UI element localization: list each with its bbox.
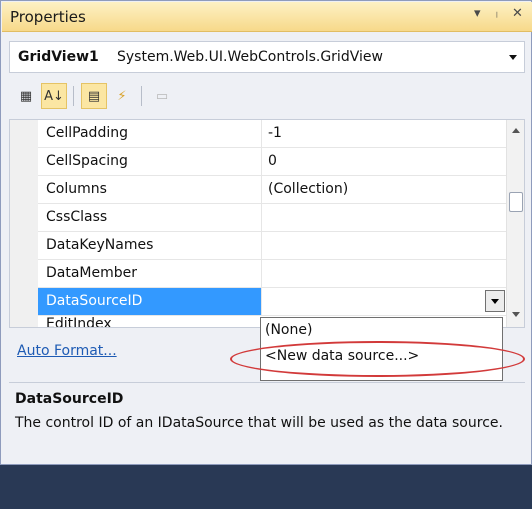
properties-icon[interactable]: ▤ [81, 83, 107, 109]
property-name: CellPadding [38, 120, 262, 147]
window-menu-icon[interactable]: ▾ [474, 6, 481, 21]
property-value[interactable] [262, 288, 507, 315]
property-value[interactable]: (Collection) [262, 176, 507, 203]
toolbar-separator [73, 86, 74, 106]
pin-icon[interactable]: ᛧ [493, 6, 501, 21]
description-text: The control ID of an IDataSource that wi… [15, 415, 503, 431]
property-value[interactable]: 0 [262, 148, 507, 175]
property-row[interactable]: CssClass [38, 204, 507, 232]
dropdown-button[interactable] [485, 290, 505, 312]
scroll-thumb[interactable] [509, 192, 523, 212]
scroll-up-icon[interactable] [512, 128, 520, 133]
property-row[interactable]: CellSpacing 0 [38, 148, 507, 176]
property-value[interactable] [262, 204, 507, 231]
property-name: Columns [38, 176, 262, 203]
object-name: GridView1 [18, 49, 99, 65]
title-bar: Properties ▾ ᛧ ✕ [2, 2, 532, 32]
toolbar: ▦ A↓ ▤ ⚡ ▭ [9, 81, 525, 115]
properties-window: Properties ▾ ᛧ ✕ GridView1 System.Web.UI… [0, 0, 532, 465]
annotation-ellipse [230, 341, 525, 377]
window-title: Properties [10, 8, 86, 26]
dropdown-option[interactable]: (None) [265, 322, 312, 338]
toolbar-separator [141, 86, 142, 106]
property-row[interactable]: DataMember [38, 260, 507, 288]
categorized-icon[interactable]: ▦ [13, 83, 39, 109]
property-row-selected[interactable]: DataSourceID [38, 288, 507, 316]
property-value[interactable] [262, 232, 507, 259]
property-name: DataKeyNames [38, 232, 262, 259]
description-pane: DataSourceID The control ID of an IDataS… [9, 383, 525, 465]
events-icon[interactable]: ⚡ [109, 83, 135, 109]
object-selector[interactable]: GridView1 System.Web.UI.WebControls.Grid… [9, 41, 525, 73]
property-row[interactable]: DataKeyNames [38, 232, 507, 260]
auto-format-link[interactable]: Auto Format... [17, 343, 117, 359]
scroll-down-icon[interactable] [512, 312, 520, 317]
chevron-down-icon[interactable] [509, 55, 517, 60]
property-name: CssClass [38, 204, 262, 231]
property-row[interactable]: Columns (Collection) [38, 176, 507, 204]
property-name: DataMember [38, 260, 262, 287]
property-name-clipped: EditIndex [46, 316, 112, 328]
grid-gutter [10, 120, 38, 327]
property-grid: CellPadding -1 CellSpacing 0 Columns (Co… [9, 119, 525, 328]
property-value[interactable] [262, 260, 507, 287]
alphabetical-icon[interactable]: A↓ [41, 83, 67, 109]
description-title: DataSourceID [15, 391, 124, 407]
property-value[interactable]: -1 [262, 120, 507, 147]
property-name: CellSpacing [38, 148, 262, 175]
object-type: System.Web.UI.WebControls.GridView [117, 49, 383, 65]
property-name: DataSourceID [38, 288, 262, 315]
close-icon[interactable]: ✕ [512, 6, 523, 21]
vertical-scrollbar[interactable] [506, 120, 524, 327]
property-pages-icon[interactable]: ▭ [149, 83, 175, 109]
property-row[interactable]: CellPadding -1 [38, 120, 507, 148]
